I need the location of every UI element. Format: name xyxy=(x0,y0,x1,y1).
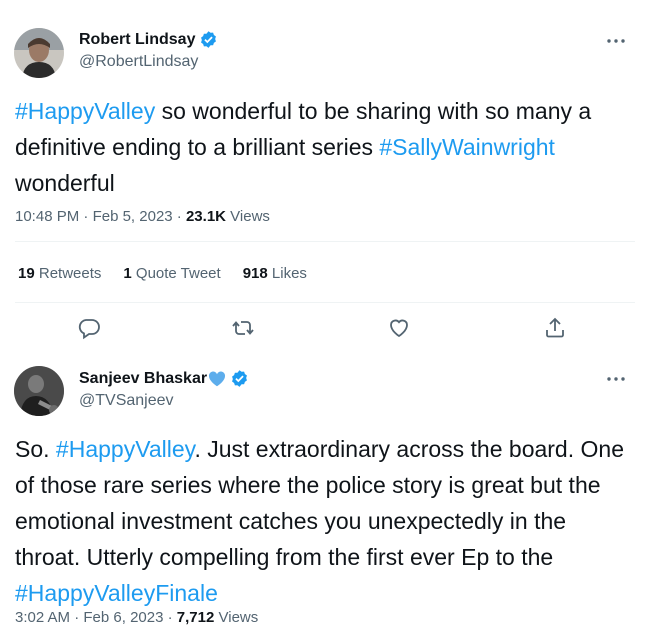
tweet-text: So. #HappyValley. Just extraordinary acr… xyxy=(15,431,635,611)
likes-count: 918 xyxy=(242,265,268,282)
more-dots-icon[interactable] xyxy=(606,376,626,382)
views-label: Views xyxy=(218,609,259,626)
tweet-meta: 3:02 AM · Feb 6, 2023 · 7,712 Views xyxy=(15,609,259,626)
tweet-text: #HappyValley so wonderful to be sharing … xyxy=(15,93,635,201)
more-dots-icon[interactable] xyxy=(606,38,626,44)
avatar[interactable] xyxy=(14,366,64,416)
verified-badge-icon xyxy=(201,31,217,48)
text-segment: wonderful xyxy=(15,170,115,196)
verified-badge-icon xyxy=(232,370,248,387)
retweet-icon[interactable] xyxy=(231,316,255,340)
display-name[interactable]: Sanjeev Bhaskar xyxy=(79,370,207,388)
retweets-count: 19 xyxy=(18,265,35,282)
action-bar xyxy=(0,316,648,342)
tweet-sanjeev-bhaskar[interactable]: Sanjeev Bhaskar @TVSanjeev So. #HappyVal… xyxy=(0,358,648,641)
like-icon[interactable] xyxy=(387,316,411,340)
avatar[interactable] xyxy=(14,28,64,78)
tweet-time[interactable]: 10:48 PM xyxy=(15,208,79,225)
text-segment: So. xyxy=(15,436,56,462)
likes-label: Likes xyxy=(271,265,307,282)
hashtag-link[interactable]: #HappyValleyFinale xyxy=(15,580,218,606)
handle[interactable]: @TVSanjeev xyxy=(79,392,174,410)
hashtag-link[interactable]: #HappyValley xyxy=(15,98,155,124)
blue-heart-emoji xyxy=(209,371,226,386)
tweet-meta: 10:48 PM · Feb 5, 2023 · 23.1K Views xyxy=(15,208,270,225)
tweet-time[interactable]: 3:02 AM xyxy=(15,609,70,626)
handle[interactable]: @RobertLindsay xyxy=(79,53,198,71)
tweet-date[interactable]: Feb 5, 2023 xyxy=(93,208,173,225)
engagement-stats: 19 Retweets 1 Quote Tweet 918 Likes xyxy=(18,265,329,282)
retweets-label: Retweets xyxy=(38,265,102,282)
reply-icon[interactable] xyxy=(77,316,101,340)
quotes-stat[interactable]: 1 Quote Tweet xyxy=(123,265,220,282)
tweet-robert-lindsay[interactable]: Robert Lindsay @RobertLindsay #HappyVall… xyxy=(0,0,648,358)
views-count: 7,712 xyxy=(176,609,215,626)
likes-stat[interactable]: 918 Likes xyxy=(243,265,307,282)
divider xyxy=(15,302,635,303)
views-count: 23.1K xyxy=(185,208,226,225)
retweets-stat[interactable]: 19 Retweets xyxy=(18,265,101,282)
author-name-row: Robert Lindsay xyxy=(79,30,218,49)
hashtag-link[interactable]: #SallyWainwright xyxy=(379,134,555,160)
share-icon[interactable] xyxy=(543,316,567,340)
author-name-row: Sanjeev Bhaskar xyxy=(79,369,249,388)
quotes-label: Quote Tweet xyxy=(135,265,221,282)
display-name[interactable]: Robert Lindsay xyxy=(79,31,195,49)
quotes-count: 1 xyxy=(123,265,132,282)
views-label: Views xyxy=(230,208,270,225)
divider xyxy=(15,241,635,242)
tweet-date[interactable]: Feb 6, 2023 xyxy=(83,609,163,626)
hashtag-link[interactable]: #HappyValley xyxy=(56,436,195,462)
